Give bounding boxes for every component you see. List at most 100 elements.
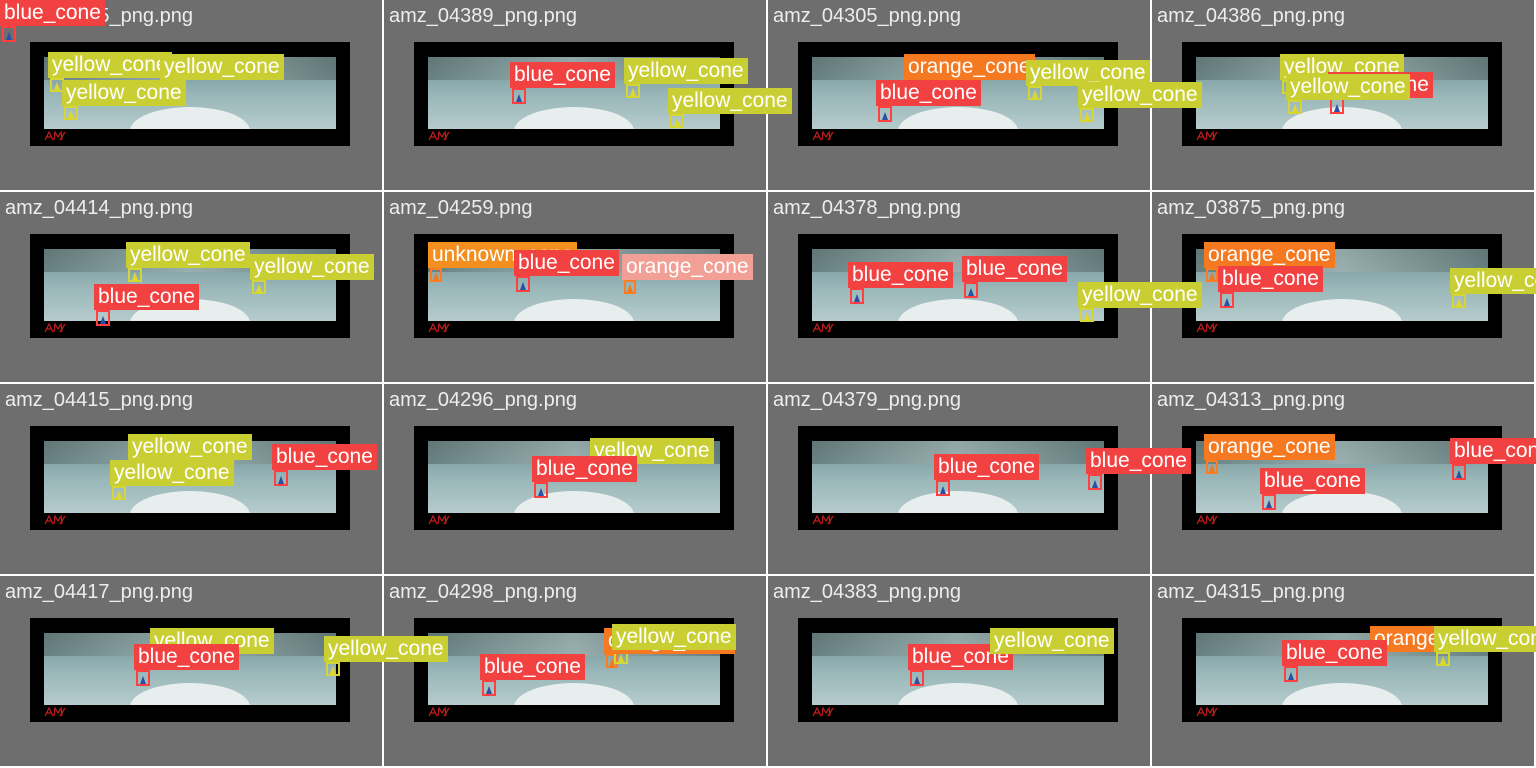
image-tile[interactable]: amz_04415_png.png yellow_cone blue_cone yel… bbox=[0, 384, 382, 574]
amz-logo bbox=[1196, 706, 1218, 717]
vehicle-hood bbox=[514, 299, 634, 321]
blue-cone-label: blue_cone bbox=[962, 256, 1067, 282]
amz-logo bbox=[44, 322, 66, 333]
vehicle-hood bbox=[898, 107, 1018, 129]
blue-cone-label: blue_cone bbox=[1450, 438, 1536, 464]
orange-cone-label: orange_cone bbox=[1204, 242, 1335, 268]
image-tile[interactable]: amz_04296_png.png yellow_cone blue_cone bbox=[384, 384, 766, 574]
detection-box bbox=[1028, 86, 1042, 100]
image-tile[interactable]: amz_04305_png.png orange_cone yellow_cone b… bbox=[768, 0, 1202, 190]
vehicle-hood bbox=[898, 299, 1018, 321]
image-tile[interactable]: amz_03875_png.png orange_cone blue_cone yel… bbox=[1152, 192, 1536, 382]
image-tile[interactable]: amz_03835_png.pngyellow_coneyellow_coney… bbox=[0, 0, 382, 190]
image-tile[interactable]: amz_04383_png.png blue_cone yellow_cone bbox=[768, 576, 1150, 766]
tile-title: amz_04313_png.png bbox=[1157, 389, 1345, 411]
detection-box bbox=[96, 310, 110, 326]
amz-logo bbox=[1196, 322, 1218, 333]
detection-box bbox=[516, 276, 530, 292]
blue-cone-label: blue_cone bbox=[934, 454, 1039, 480]
tile-title: amz_04389_png.png bbox=[389, 5, 577, 27]
tile-title: amz_04305_png.png bbox=[773, 5, 961, 27]
detection-box bbox=[326, 662, 340, 676]
image-tile[interactable]: amz_04315_png.pngorange_coneyellow_coneb… bbox=[1152, 576, 1536, 766]
image-tile[interactable]: amz_04378_png.png blue_cone blue_cone yello… bbox=[768, 192, 1202, 382]
detection-box bbox=[910, 670, 924, 686]
blue-cone-label: blue_cone bbox=[876, 80, 981, 106]
detection-box bbox=[1220, 292, 1234, 308]
tile-title: amz_04414_png.png bbox=[5, 197, 193, 219]
detection-box bbox=[112, 486, 126, 500]
detection-box bbox=[624, 280, 636, 294]
detection-box bbox=[2, 26, 16, 42]
image-tile[interactable]: amz_04313_png.png orange_cone blue_cone blu… bbox=[1152, 384, 1536, 574]
tile-title: amz_04296_png.png bbox=[389, 389, 577, 411]
amz-logo bbox=[1196, 130, 1218, 141]
detection-box bbox=[64, 106, 78, 120]
amz-logo bbox=[428, 130, 450, 141]
vehicle-hood bbox=[1282, 299, 1402, 321]
orange-cone-label: orange_cone bbox=[904, 54, 1035, 80]
blue-cone-label: blue_cone bbox=[848, 262, 953, 288]
vehicle-hood bbox=[130, 491, 250, 513]
detection-box bbox=[534, 482, 548, 498]
image-tile[interactable]: amz_04386_png.pngyellow_coneblue_coneyel… bbox=[1152, 0, 1534, 190]
amz-logo bbox=[428, 514, 450, 525]
image-tile[interactable]: amz_04298_png.pngorange_coneyellow_coneb… bbox=[384, 576, 766, 766]
yellow-cone-label: yellow_cone bbox=[1450, 268, 1536, 294]
amz-logo bbox=[1196, 514, 1218, 525]
yellow-cone-label: yellow_cone bbox=[62, 80, 186, 106]
vehicle-hood bbox=[130, 107, 250, 129]
orange-cone-label: orange_cone bbox=[622, 254, 753, 280]
amz-logo bbox=[428, 706, 450, 717]
tile-title: amz_03875_png.png bbox=[1157, 197, 1345, 219]
yellow-cone-label: yellow_cone bbox=[160, 54, 284, 80]
yellow-cone-label: yellow_cone bbox=[612, 624, 736, 650]
detection-box bbox=[430, 268, 442, 282]
vehicle-hood bbox=[1282, 683, 1402, 705]
vehicle-hood bbox=[514, 683, 634, 705]
blue-cone-label: blue_cone bbox=[1218, 266, 1323, 292]
tile-title: amz_04259.png bbox=[389, 197, 533, 219]
yellow-cone-label: yellow_cone bbox=[1434, 626, 1536, 652]
yellow-cone-label: yellow_cone bbox=[668, 88, 792, 114]
amz-logo bbox=[44, 514, 66, 525]
yellow-cone-label: yellow_cone bbox=[110, 460, 234, 486]
blue-cone-label: blue_cone bbox=[134, 644, 239, 670]
blue-cone-label: blue_cone bbox=[532, 456, 637, 482]
vehicle-hood bbox=[514, 491, 634, 513]
detection-box bbox=[878, 106, 892, 122]
yellow-cone-label: yellow_cone bbox=[128, 434, 252, 460]
detection-box bbox=[252, 280, 266, 294]
camera-frame bbox=[798, 234, 1118, 338]
detection-box bbox=[1206, 460, 1218, 474]
yellow-cone-label: yellow_cone bbox=[990, 628, 1114, 654]
detection-box bbox=[1080, 308, 1094, 322]
detection-box bbox=[1088, 474, 1102, 490]
blue-cone-label: blue_cone bbox=[272, 444, 377, 470]
vehicle-hood bbox=[898, 491, 1018, 513]
image-grid: amz_03835_png.pngyellow_coneyellow_coney… bbox=[0, 0, 1536, 768]
detection-box bbox=[626, 84, 640, 98]
amz-logo bbox=[812, 322, 834, 333]
image-tile[interactable]: amz_04379_png.png blue_cone blue_cone bbox=[768, 384, 1191, 574]
image-tile[interactable]: amz_04259.png unknown_cone blue_cone orange… bbox=[384, 192, 766, 382]
yellow-cone-label: yellow_cone bbox=[250, 254, 374, 280]
image-tile[interactable]: amz_04389_png.png blue_cone yellow_cone yel… bbox=[384, 0, 792, 190]
detection-box bbox=[274, 470, 288, 486]
detection-box bbox=[1452, 294, 1466, 308]
yellow-cone-label: yellow_cone bbox=[624, 58, 748, 84]
detection-box bbox=[1452, 464, 1466, 480]
blue-cone-label: blue_cone bbox=[1282, 640, 1387, 666]
image-tile[interactable]: amz_04414_png.png yellow_cone yellow_cone b… bbox=[0, 192, 382, 382]
yellow-cone-label: yellow_cone bbox=[126, 242, 250, 268]
blue-cone-label: blue_cone bbox=[0, 0, 105, 26]
blue-cone-label: blue_cone bbox=[1260, 468, 1365, 494]
detection-box bbox=[1080, 108, 1094, 122]
amz-logo bbox=[812, 514, 834, 525]
tile-title: amz_04379_png.png bbox=[773, 389, 961, 411]
detection-box bbox=[1284, 666, 1298, 682]
detection-box bbox=[670, 114, 684, 128]
image-tile[interactable]: amz_04417_png.png yellow_cone blue_cone yel… bbox=[0, 576, 448, 766]
vehicle-hood bbox=[1282, 491, 1402, 513]
vehicle-hood bbox=[514, 107, 634, 129]
